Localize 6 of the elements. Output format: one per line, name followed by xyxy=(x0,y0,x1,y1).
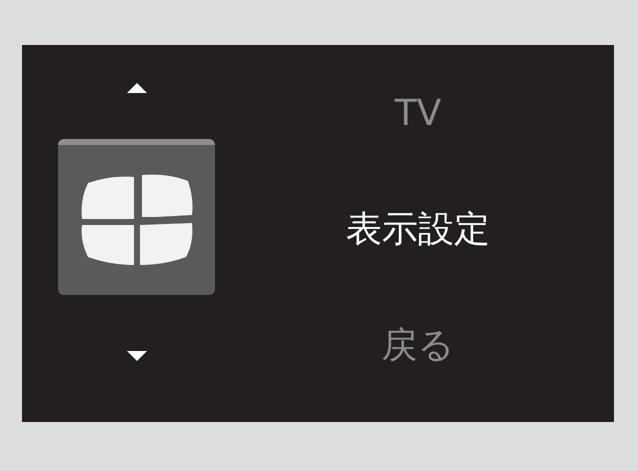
screen-quadrants-icon xyxy=(80,173,194,267)
up-arrow-icon[interactable] xyxy=(127,83,147,93)
menu-item[interactable]: 戻る xyxy=(382,323,454,369)
menu-item[interactable]: 表示設定 xyxy=(346,207,490,253)
menu-item[interactable]: TV xyxy=(394,91,442,137)
down-arrow-icon[interactable] xyxy=(127,351,147,361)
